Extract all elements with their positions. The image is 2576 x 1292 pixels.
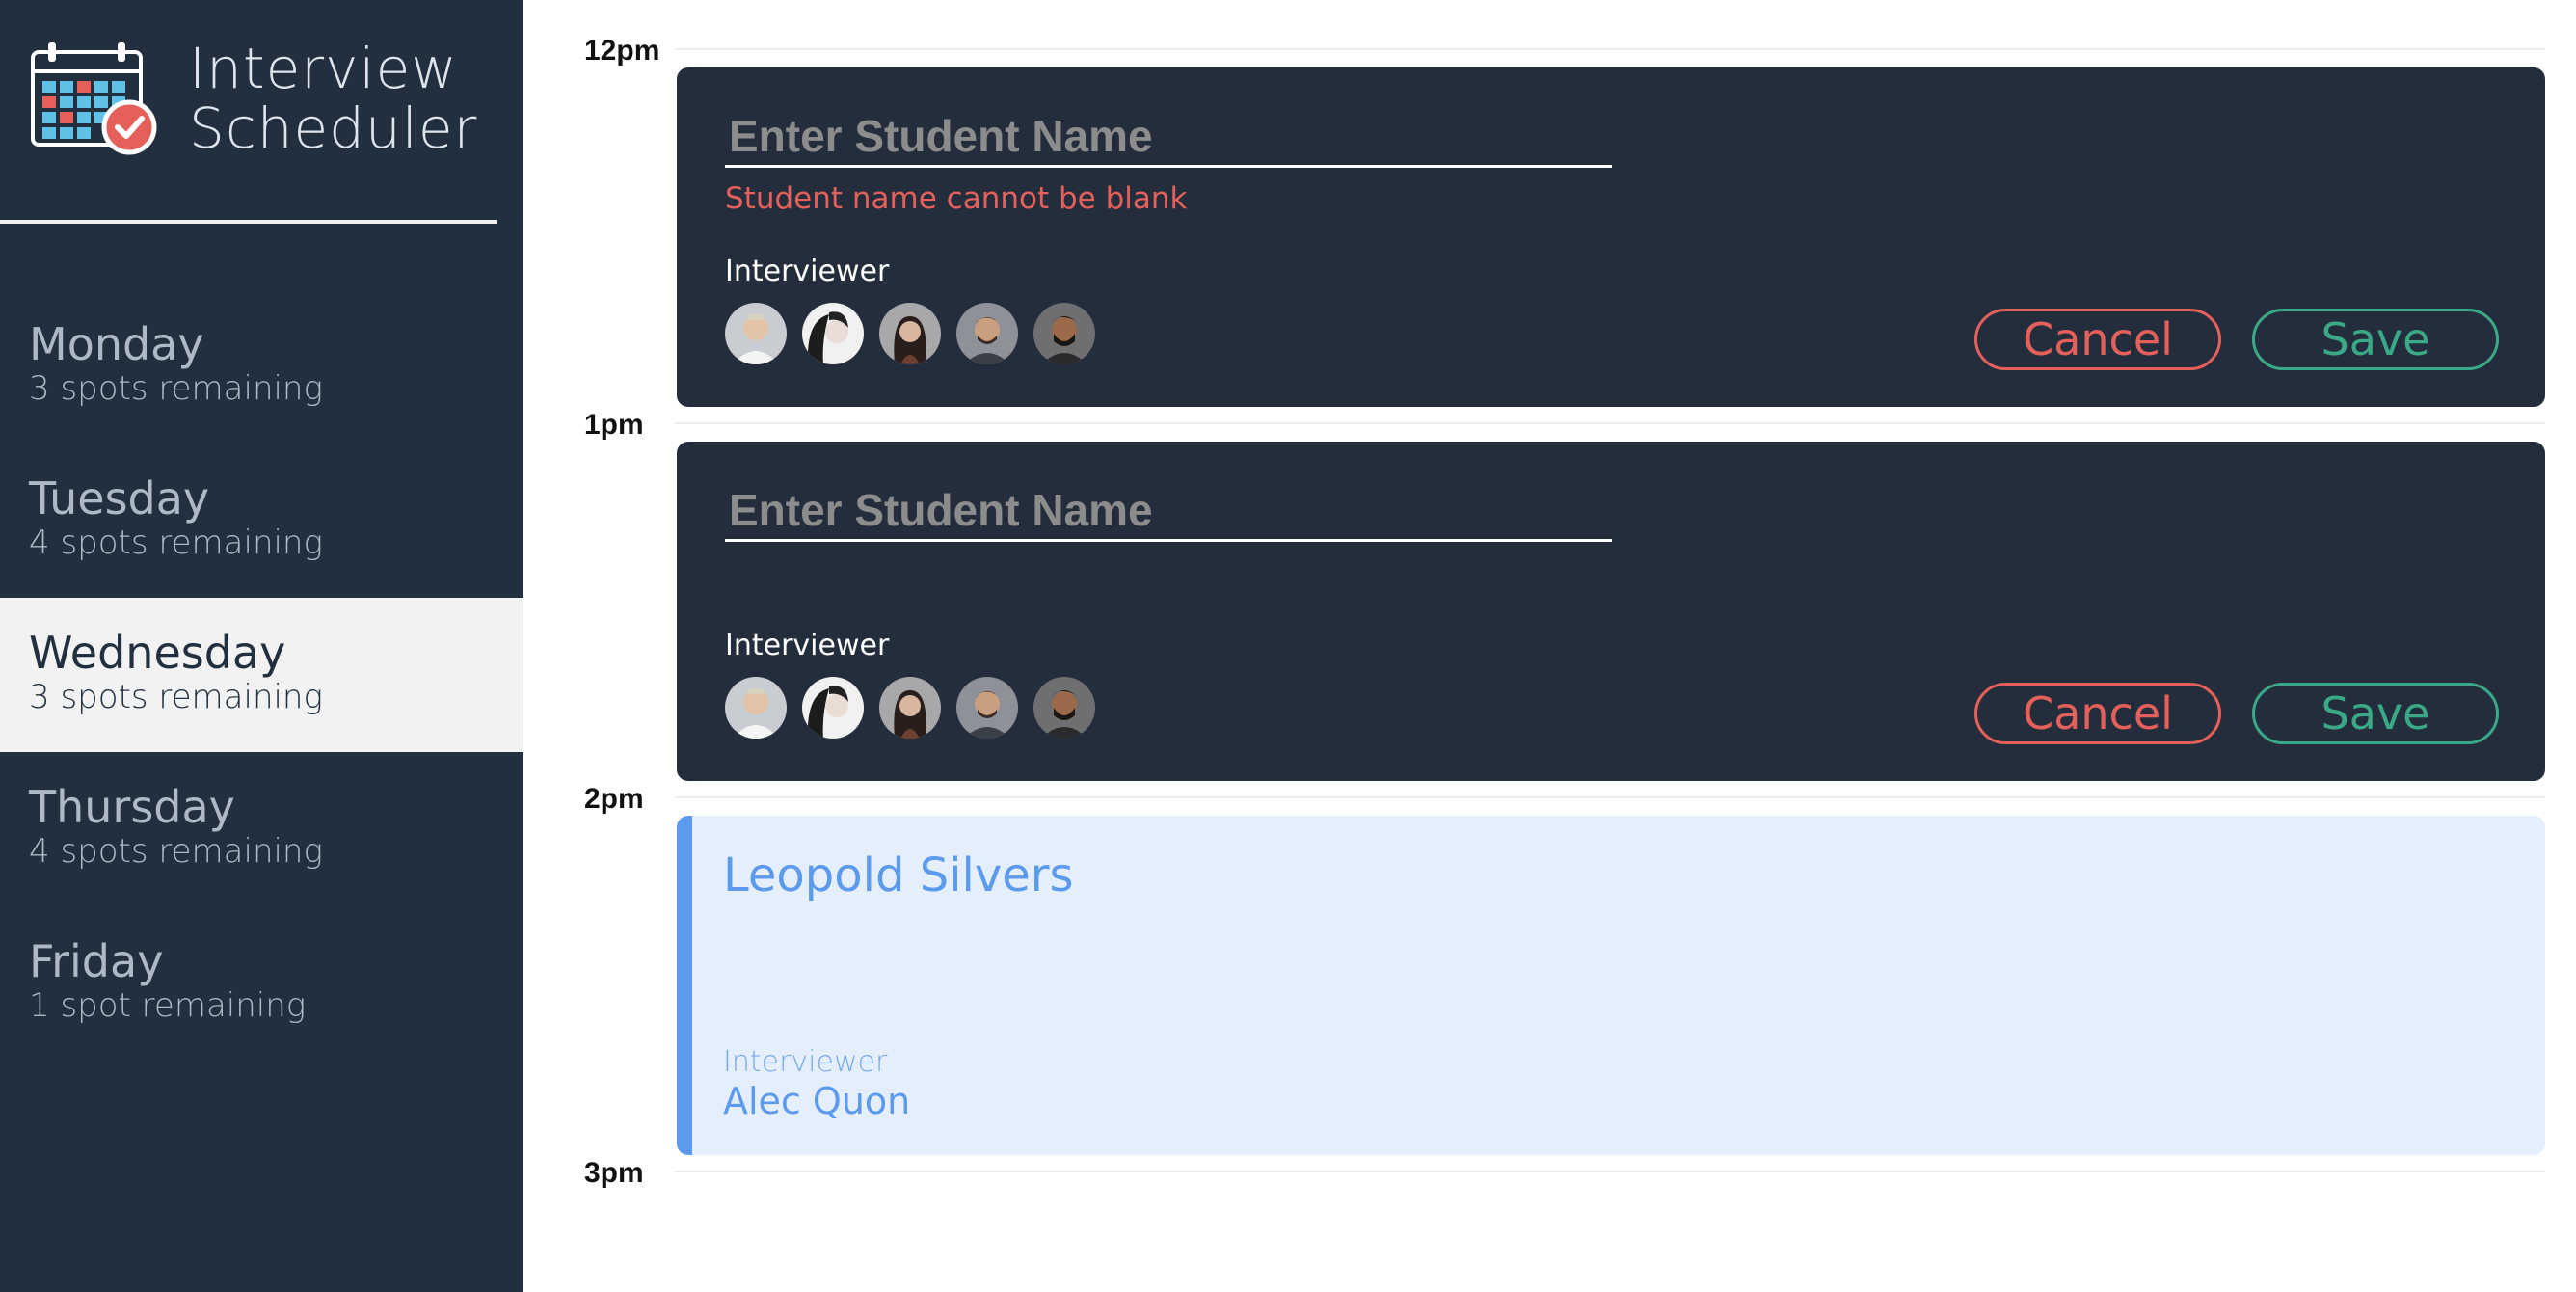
time-separator [675, 796, 2545, 798]
day-name: Friday [29, 935, 164, 987]
day-name: Thursday [29, 781, 235, 833]
sidebar: Interview Scheduler Monday 3 spots remai… [0, 0, 523, 1292]
app-title-line2: Scheduler [189, 95, 478, 161]
day-name: Tuesday [29, 472, 210, 525]
save-button[interactable]: Save [2252, 683, 2499, 744]
day-spots: 3 spots remaining [29, 369, 323, 408]
time-label-12pm: 12pm [584, 35, 660, 67]
interviewer-avatar[interactable] [879, 677, 941, 739]
day-item-tuesday[interactable]: Tuesday 4 spots remaining [0, 444, 523, 598]
sidebar-divider [0, 220, 497, 224]
interviewer-avatar[interactable] [956, 303, 1018, 364]
interviewer-label: Interviewer [725, 255, 890, 288]
day-spots: 1 spot remaining [29, 986, 307, 1025]
day-name: Wednesday [29, 627, 286, 679]
appointment-interviewer-label: Interviewer [723, 1045, 888, 1079]
student-name-input[interactable] [725, 480, 1612, 542]
day-spots: 3 spots remaining [29, 678, 323, 716]
interviewer-avatar[interactable] [1033, 677, 1095, 739]
day-item-monday[interactable]: Monday 3 spots remaining [0, 289, 523, 444]
save-button[interactable]: Save [2252, 309, 2499, 370]
cancel-button[interactable]: Cancel [1974, 309, 2221, 370]
appointment-card[interactable]: Leopold Silvers Interviewer Alec Quon [677, 816, 2545, 1155]
appointment-form: Student name cannot be blank Interviewer… [677, 67, 2545, 407]
student-name-input[interactable] [725, 106, 1612, 168]
time-separator [675, 48, 2545, 50]
app-title: Interview Scheduler [189, 39, 477, 158]
day-list: Monday 3 spots remaining Tuesday 4 spots… [0, 289, 523, 1061]
interviewer-avatar[interactable] [956, 677, 1018, 739]
day-item-thursday[interactable]: Thursday 4 spots remaining [0, 752, 523, 906]
appointment-accent-bar [677, 816, 692, 1155]
time-label-1pm: 1pm [584, 409, 644, 441]
time-separator [675, 422, 2545, 424]
interviewer-avatar[interactable] [725, 303, 787, 364]
interviewer-avatar[interactable] [879, 303, 941, 364]
interviewer-avatar[interactable] [1033, 303, 1095, 364]
time-label-3pm: 3pm [584, 1157, 644, 1189]
appointment-interviewer-name: Alec Quon [723, 1080, 911, 1122]
interviewer-list [725, 677, 1095, 739]
interviewer-avatar[interactable] [725, 677, 787, 739]
validation-error: Student name cannot be blank [725, 181, 1188, 216]
day-item-friday[interactable]: Friday 1 spot remaining [0, 906, 523, 1061]
interviewer-avatar[interactable] [802, 677, 864, 739]
appointment-student-name: Leopold Silvers [723, 848, 1074, 902]
interviewer-list [725, 303, 1095, 364]
day-item-wednesday[interactable]: Wednesday 3 spots remaining [0, 598, 523, 752]
day-name: Monday [29, 318, 204, 370]
time-label-2pm: 2pm [584, 783, 644, 815]
time-separator [675, 1171, 2545, 1172]
interviewer-label: Interviewer [725, 629, 890, 662]
cancel-button[interactable]: Cancel [1974, 683, 2221, 744]
calendar-check-icon [31, 42, 157, 155]
day-spots: 4 spots remaining [29, 832, 323, 871]
day-spots: 4 spots remaining [29, 524, 323, 562]
appointment-form: Interviewer Cancel Save [677, 442, 2545, 781]
app-title-line1: Interview [189, 36, 458, 101]
interviewer-avatar[interactable] [802, 303, 864, 364]
